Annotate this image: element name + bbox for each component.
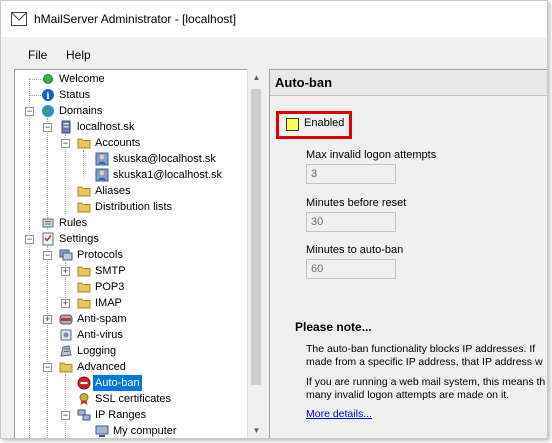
note-text-line: many invalid logon attempts are made on … [306,389,510,401]
tree-line [29,78,30,438]
minutes-autoban-label: Minutes to auto-ban [306,244,404,256]
folder-icon [77,282,91,293]
network-icon [77,409,91,421]
minutes-reset-label: Minutes before reset [306,197,407,209]
tree-item-label: Auto-ban [93,375,142,391]
protocols-icon [59,249,73,261]
expand-icon[interactable]: + [61,299,70,308]
tree-item-label: Domains [59,105,103,117]
certificate-icon [79,393,89,405]
enabled-checkbox[interactable] [286,118,299,131]
tree-item-label: Distribution lists [95,201,173,213]
collapse-icon[interactable]: − [43,123,52,132]
anti-virus-icon [60,329,72,341]
max-invalid-field[interactable]: 3 [306,164,396,184]
tree-line [29,95,41,96]
collapse-icon[interactable]: − [25,235,34,244]
user-account-icon [95,152,109,166]
tree-item-label: Accounts [95,137,141,149]
folder-icon [77,186,91,197]
collapse-icon[interactable]: − [61,411,70,420]
note-text-line: The auto-ban functionality blocks IP add… [306,343,536,355]
tree-item-label: Aliases [95,185,131,197]
settings-checklist-icon [42,232,54,246]
tree-item-label: SSL certificates [95,393,172,405]
expand-icon[interactable]: + [43,315,52,324]
logging-icon [60,345,72,357]
tree-line [47,118,48,230]
menu-file[interactable]: File [25,48,50,62]
folder-icon [77,298,91,309]
folder-icon [77,138,91,149]
info-icon: i [42,89,54,102]
auto-ban-panel: Auto-ban Enabled Max invalid logon attem… [269,69,547,438]
tree-item-label: skuska@localhost.sk [113,153,216,165]
minutes-reset-field[interactable]: 30 [306,212,396,232]
server-icon [61,120,71,134]
tree-item-label: IMAP [95,297,122,309]
user-account-icon [95,168,109,182]
globe-icon [42,105,54,117]
tree-item-label: Welcome [59,73,105,85]
tree-line [83,150,84,178]
expand-icon[interactable]: + [61,267,70,276]
tree-line [65,374,66,438]
tree-item-label: Status [59,89,91,101]
tree-item-label: Anti-virus [77,329,123,341]
note-text-line: If you are running a web mail system, th… [306,376,546,388]
panel-header: Auto-ban [270,70,547,96]
tree-item-label: My computer [113,425,177,437]
spam-can-icon [59,314,73,325]
more-details-link[interactable]: More details... [306,408,372,421]
tree-scrollbar[interactable]: ▲ ▼ [247,69,265,438]
tree-item-label: Anti-spam [77,313,127,325]
tree-item-label: SMTP [95,265,126,277]
folder-icon [59,362,73,373]
collapse-icon[interactable]: − [61,139,70,148]
collapse-icon[interactable]: − [43,363,52,372]
navigation-tree[interactable]: Welcome i Status − Domains − localhost.s… [14,69,264,438]
panel-title: Auto-ban [275,75,333,90]
tree-item-label: POP3 [95,281,125,293]
note-title: Please note... [295,320,372,334]
max-invalid-label: Max invalid logon attempts [306,149,437,161]
enabled-label[interactable]: Enabled [304,117,344,129]
main-window: hMailServer Administrator - [localhost] … [0,0,548,439]
tree-item-label: Rules [59,217,88,229]
title-bar: hMailServer Administrator - [localhost] [1,1,547,37]
collapse-icon[interactable]: − [25,107,34,116]
menu-bar: File Help [1,45,547,67]
menu-help[interactable]: Help [63,48,94,62]
note-text-line: made from a specific IP address, that IP… [306,356,543,368]
scroll-down-icon[interactable]: ▼ [248,422,265,438]
tree-item-label: Advanced [77,361,126,373]
svg-text:i: i [46,92,50,102]
computer-icon [95,425,109,437]
tree-line [47,246,48,438]
hmailserver-app-icon [11,12,27,26]
tree-line [29,79,41,80]
folder-icon [77,202,91,213]
rules-icon [42,218,54,228]
tree-item-label: Protocols [77,249,123,261]
tree-item-label: IP Ranges [95,409,147,421]
minutes-autoban-field[interactable]: 60 [306,259,396,279]
collapse-icon[interactable]: − [43,251,52,260]
tree-item-label: Logging [77,345,117,357]
folder-icon [77,266,91,277]
window-title: hMailServer Administrator - [localhost] [34,12,237,26]
green-circle-icon [43,74,53,84]
tree-item-label: localhost.sk [77,121,135,133]
ban-icon [77,376,91,390]
scrollbar-thumb[interactable] [251,89,261,385]
tree-item-label: skuska1@localhost.sk [113,169,222,181]
tree-item-label: Settings [59,233,99,245]
scroll-up-icon[interactable]: ▲ [248,69,265,86]
